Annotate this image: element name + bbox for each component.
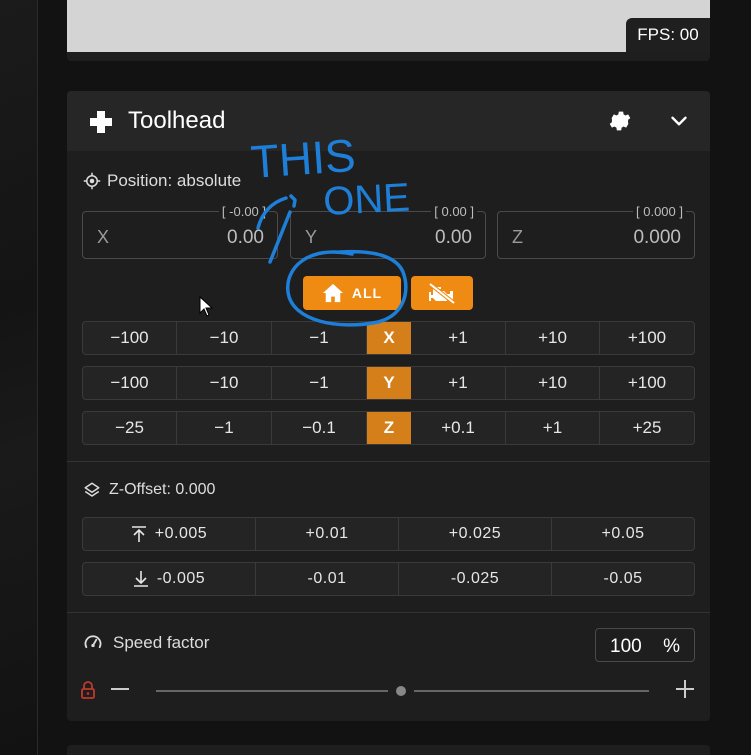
chevron-down-icon[interactable] — [666, 108, 692, 134]
z-offset-down-row: -0.005 -0.01 -0.025 -0.05 — [82, 562, 695, 596]
x-position-field[interactable]: X 0.00 [ -0.00 ] — [82, 204, 278, 259]
jog-x-button[interactable]: −1 — [272, 322, 367, 354]
lock-icon[interactable] — [80, 681, 96, 699]
fps-badge: FPS: 00 — [626, 18, 710, 52]
x-field-label: X — [97, 227, 110, 247]
home-all-label: ALL — [351, 285, 383, 301]
jog-z-button[interactable]: −1 — [177, 412, 272, 444]
speed-slider-track[interactable] — [414, 690, 649, 692]
jog-y-button[interactable]: −10 — [177, 367, 272, 399]
z-offset-minus-0025-button[interactable]: -0.025 — [399, 563, 552, 595]
speed-factor-text: Speed factor — [113, 633, 210, 652]
next-card — [67, 745, 710, 755]
jog-row-y: −100 −10 −1 Y +1 +10 +100 — [82, 366, 695, 400]
webcam-view — [67, 0, 710, 52]
motors-off-button[interactable] — [411, 276, 473, 310]
webcam-card: FPS: 00 — [67, 0, 710, 61]
minus-icon[interactable] — [110, 679, 130, 699]
z-offset-label: Z-Offset: 0.000 — [83, 481, 215, 499]
jog-z-button[interactable]: +0.1 — [411, 412, 506, 444]
jog-z-button[interactable]: −25 — [83, 412, 177, 444]
speed-slider-thumb[interactable] — [396, 686, 406, 696]
z-offset-plus-0005-button[interactable]: +0.005 — [83, 518, 256, 550]
z-offset-plus-005-button[interactable]: +0.05 — [552, 518, 694, 550]
section-divider — [67, 461, 710, 462]
gear-icon[interactable] — [607, 108, 633, 134]
toolhead-header: Toolhead — [67, 91, 710, 151]
jog-x-button[interactable]: −10 — [177, 322, 272, 354]
z-offset-minus-005-button[interactable]: -0.05 — [552, 563, 694, 595]
jog-y-button[interactable]: −100 — [83, 367, 177, 399]
z-offset-minus-001-button[interactable]: -0.01 — [256, 563, 399, 595]
z-offset-plus-0025-button[interactable]: +0.025 — [399, 518, 552, 550]
y-field-value: 0.00 — [435, 227, 472, 248]
z-field-label: Z — [512, 227, 523, 247]
arrow-collapse-down-icon — [133, 571, 148, 587]
z-offset-minus-0005-button[interactable]: -0.005 — [83, 563, 256, 595]
jog-row-z: −25 −1 −0.1 Z +0.1 +1 +25 — [82, 411, 695, 445]
engine-off-icon — [428, 282, 456, 304]
crosshairs-gps-icon — [83, 172, 101, 190]
z-position-field[interactable]: Z 0.000 [ 0.000 ] — [497, 204, 695, 259]
left-rail — [0, 0, 38, 755]
mouse-pointer-icon — [199, 296, 213, 317]
jog-z-button[interactable]: −0.1 — [272, 412, 367, 444]
jog-z-button[interactable]: +25 — [600, 412, 694, 444]
y-position-field[interactable]: Y 0.00 [ 0.00 ] — [290, 204, 486, 259]
z-offset-up-row: +0.005 +0.01 +0.025 +0.05 — [82, 517, 695, 551]
speed-factor-label: Speed factor — [83, 633, 209, 653]
home-all-button[interactable]: ALL — [303, 276, 401, 310]
jog-x-button[interactable]: +1 — [411, 322, 506, 354]
y-live-position: [ 0.00 ] — [431, 204, 477, 219]
gamepad-icon — [90, 111, 112, 133]
z-field-value: 0.000 — [633, 227, 681, 248]
z-offset-value: +0.005 — [154, 525, 208, 542]
jog-row-x: −100 −10 −1 X +1 +10 +100 — [82, 321, 695, 355]
jog-y-button[interactable]: +100 — [600, 367, 694, 399]
plus-icon[interactable] — [675, 679, 695, 699]
jog-axis-label-y: Y — [367, 367, 411, 399]
jog-y-button[interactable]: +1 — [411, 367, 506, 399]
x-field-value: 0.00 — [227, 227, 264, 248]
jog-z-button[interactable]: +1 — [506, 412, 600, 444]
jog-x-button[interactable]: +100 — [600, 322, 694, 354]
x-live-position: [ -0.00 ] — [218, 204, 269, 219]
jog-y-button[interactable]: +10 — [506, 367, 600, 399]
speed-slider-track[interactable] — [156, 690, 388, 692]
speed-factor-input[interactable]: 100 % — [595, 628, 695, 662]
z-offset-text: Z-Offset: 0.000 — [109, 481, 216, 498]
toolhead-title: Toolhead — [128, 107, 226, 134]
position-mode-label: Position: absolute — [83, 171, 241, 191]
position-mode-text: Position: absolute — [107, 171, 242, 190]
home-icon — [322, 283, 343, 303]
speedometer-icon — [84, 635, 102, 649]
jog-y-button[interactable]: −1 — [272, 367, 367, 399]
y-field-label: Y — [305, 227, 318, 247]
arrow-collapse-up-icon — [131, 526, 146, 542]
z-live-position: [ 0.000 ] — [633, 204, 686, 219]
z-offset-plus-001-button[interactable]: +0.01 — [256, 518, 399, 550]
section-divider — [67, 612, 710, 613]
jog-x-button[interactable]: −100 — [83, 322, 177, 354]
speed-factor-unit: % — [663, 636, 680, 657]
jog-x-button[interactable]: +10 — [506, 322, 600, 354]
layers-icon — [84, 482, 100, 497]
toolhead-card: Toolhead Position: absolute X 0.00 [ -0.… — [67, 91, 710, 721]
jog-axis-label-x: X — [367, 322, 411, 354]
speed-factor-value: 100 — [610, 636, 642, 657]
jog-axis-label-z: Z — [367, 412, 411, 444]
z-offset-value: -0.005 — [156, 570, 206, 587]
